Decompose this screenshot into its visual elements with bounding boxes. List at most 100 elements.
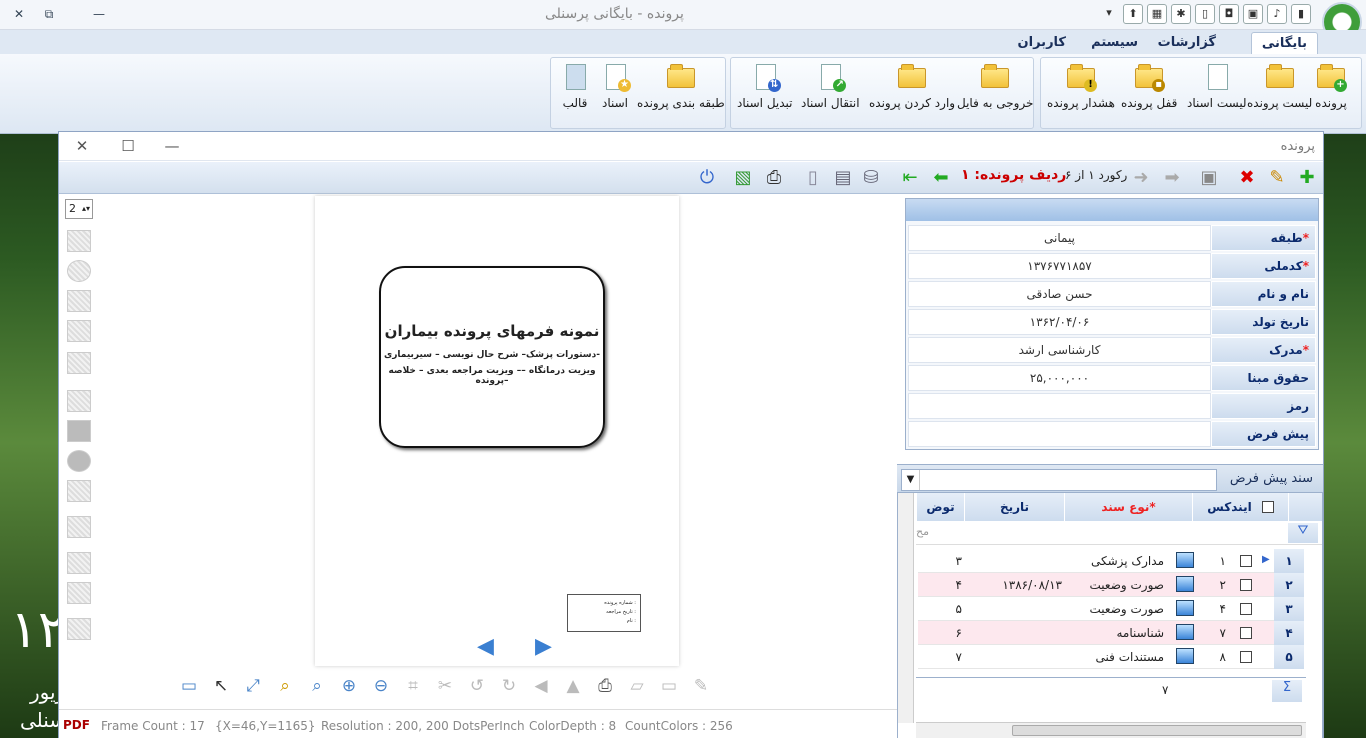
database-icon[interactable]: ⛁ xyxy=(859,166,883,190)
page-spinner[interactable]: 2 ▴▾ xyxy=(65,199,93,219)
fit-screen-icon[interactable]: ⤢ xyxy=(241,674,265,698)
monitor-icon[interactable] xyxy=(1176,552,1194,568)
column-header-date[interactable]: تاریخ xyxy=(964,493,1064,521)
cut-icon[interactable]: ✂ xyxy=(433,674,457,698)
tab-users[interactable]: کاربران xyxy=(1008,32,1076,54)
monitor-icon[interactable] xyxy=(1176,600,1194,616)
document-icon[interactable]: ▯ xyxy=(801,166,825,190)
rectangle-tool-icon[interactable] xyxy=(67,420,91,442)
add-icon[interactable]: ✚ xyxy=(1295,166,1319,190)
row-checkbox[interactable] xyxy=(1240,555,1252,567)
bug-icon[interactable]: ✱ xyxy=(1171,4,1191,24)
tab-system[interactable]: سیستم xyxy=(1081,32,1148,54)
rotate-right-icon[interactable]: ↻ xyxy=(497,674,521,698)
power-icon[interactable]: ⏻ xyxy=(695,166,719,190)
fill-tool-icon[interactable] xyxy=(67,480,91,502)
last-record-icon[interactable]: ➡ xyxy=(1159,166,1185,190)
print-icon[interactable]: ⎙ xyxy=(761,166,787,190)
convert-documents-button[interactable]: ⇅ تبدیل اسناد xyxy=(737,62,793,110)
log-icon[interactable]: ▤ xyxy=(831,166,855,190)
edit-page-icon[interactable]: ✎ xyxy=(689,674,713,698)
table-row[interactable]: ۵ صورت وضعیت ۴ ۳ xyxy=(918,597,1304,621)
full-name-field[interactable]: حسن صادقی xyxy=(908,281,1211,307)
monitor-icon[interactable] xyxy=(1176,624,1194,640)
upload-icon[interactable]: ⬆ xyxy=(1123,4,1143,24)
circle-tool-icon[interactable] xyxy=(67,260,91,282)
horizontal-scrollbar[interactable] xyxy=(916,722,1306,738)
row-checkbox[interactable] xyxy=(1240,627,1252,639)
vertical-scrollbar[interactable] xyxy=(898,493,914,723)
monitor-icon[interactable] xyxy=(1176,648,1194,664)
dropdown-icon[interactable]: ▾ xyxy=(1099,4,1119,24)
print-page-icon[interactable]: ⎙ xyxy=(593,674,617,698)
degree-field[interactable]: کارشناسی ارشد xyxy=(908,337,1211,363)
filter-icon[interactable]: ⛛ xyxy=(1288,523,1318,543)
birth-date-field[interactable]: ۱۳۶۲/۰۴/۰۶ xyxy=(908,309,1211,335)
zoom-select-icon[interactable]: ⌕ xyxy=(273,674,297,698)
monitor-icon[interactable] xyxy=(1176,576,1194,592)
table-row[interactable]: ۳ مدارک پزشکی ۱ ▶ ۱ xyxy=(918,549,1304,573)
ellipse-tool-icon[interactable] xyxy=(67,450,91,472)
scanner-icon[interactable]: ▱ xyxy=(625,674,649,698)
classify-file-button[interactable]: طبقه بندی پرونده xyxy=(637,62,725,110)
export-icon[interactable]: ▧ xyxy=(731,166,755,190)
zoom-out-icon[interactable]: ⊖ xyxy=(369,674,393,698)
template-button[interactable]: قالب xyxy=(559,62,591,110)
line-tool-icon[interactable] xyxy=(67,390,91,412)
note-tool-icon[interactable] xyxy=(67,352,91,374)
file-list-button[interactable]: لیست پرونده xyxy=(1247,62,1312,110)
pen-tool-icon[interactable] xyxy=(67,290,91,312)
highlight-tool-icon[interactable] xyxy=(67,552,91,574)
transfer-documents-button[interactable]: ↗ انتقال اسناد xyxy=(801,62,860,110)
category-field[interactable]: پیمانی xyxy=(908,225,1211,251)
prev-page-icon[interactable]: ◀ xyxy=(477,634,494,659)
pointer-icon[interactable]: ↖ xyxy=(209,674,233,698)
tab-reports[interactable]: گزارشات xyxy=(1148,32,1226,54)
rotate-left-icon[interactable]: ↺ xyxy=(465,674,489,698)
password-field[interactable] xyxy=(908,393,1211,419)
default-document-select[interactable]: ▼ xyxy=(901,469,1217,491)
save-icon[interactable]: ▣ xyxy=(1197,166,1221,190)
row-checkbox[interactable] xyxy=(1240,579,1252,591)
delete-icon[interactable]: ✖ xyxy=(1235,166,1259,190)
file-button[interactable]: + پرونده xyxy=(1315,62,1347,110)
open-folder-icon[interactable]: ▭ xyxy=(657,674,681,698)
edit-icon[interactable]: ✎ xyxy=(1265,166,1289,190)
table-row[interactable]: ۶ شناسنامه ۷ ۴ xyxy=(918,621,1304,645)
export-file-button[interactable]: خروجی به فایل xyxy=(957,62,1033,110)
next-record-icon[interactable]: ➜ xyxy=(1129,166,1153,190)
flip-horizontal-icon[interactable]: ◀ xyxy=(529,674,553,698)
crop-icon[interactable]: ⌗ xyxy=(401,674,425,698)
delete-annotation-icon[interactable] xyxy=(67,618,91,640)
restore-icon[interactable]: ⧉ xyxy=(40,5,58,23)
bell-icon[interactable]: ♪ xyxy=(1267,4,1287,24)
column-header-description[interactable]: توض xyxy=(916,493,964,521)
window-maximize-icon[interactable]: ☐ xyxy=(113,136,143,156)
selection-tool-icon[interactable] xyxy=(67,230,91,252)
lock-file-button[interactable]: ▪ قفل پرونده xyxy=(1121,62,1177,110)
flip-vertical-icon[interactable]: ▲ xyxy=(561,674,585,698)
base-salary-field[interactable]: ۲۵,۰۰۰,۰۰۰ xyxy=(908,365,1211,391)
zoom-icon[interactable]: ⌕ xyxy=(305,674,329,698)
image-icon[interactable]: ▣ xyxy=(1243,4,1263,24)
previous-record-icon[interactable]: ⬅ xyxy=(929,166,953,190)
column-header-index[interactable]: ایندکس xyxy=(1192,493,1288,521)
calculator-icon[interactable]: ▦ xyxy=(1147,4,1167,24)
import-file-button[interactable]: وارد کردن پرونده xyxy=(869,62,955,110)
pdf-icon[interactable]: PDF xyxy=(63,718,90,732)
scroll-thumb[interactable] xyxy=(1012,725,1302,736)
row-checkbox[interactable] xyxy=(1240,651,1252,663)
file-warning-button[interactable]: ! هشدار پرونده xyxy=(1047,62,1115,110)
user-stamp-tool-icon[interactable] xyxy=(67,582,91,604)
window-minimize-icon[interactable]: — xyxy=(157,136,187,156)
book-icon[interactable]: ▯ xyxy=(1195,4,1215,24)
document-list-button[interactable]: لیست اسناد xyxy=(1187,62,1247,110)
table-row[interactable]: ۷ مستندات فنی ۸ ۵ xyxy=(918,645,1304,669)
chevron-down-icon[interactable]: ▼ xyxy=(902,470,920,490)
monitor-icon[interactable]: ▭ xyxy=(177,674,201,698)
table-row[interactable]: ۴ ۱۳۸۶/۰۸/۱۳ صورت وضعیت ۲ ۲ xyxy=(918,573,1304,597)
row-checkbox[interactable] xyxy=(1240,603,1252,615)
window-close-icon[interactable]: ✕ xyxy=(67,136,97,156)
select-all-checkbox[interactable] xyxy=(1261,501,1274,513)
column-header-doc-type[interactable]: نوع سند* xyxy=(1064,493,1192,521)
